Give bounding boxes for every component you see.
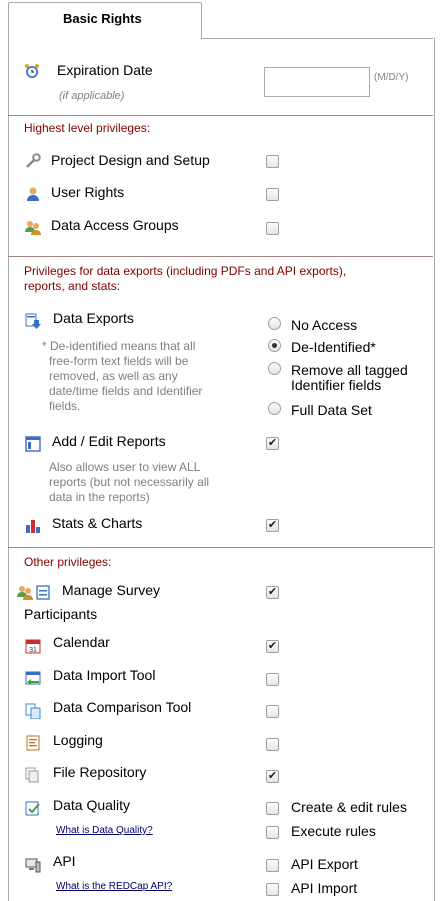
survey-participants-icon [17, 585, 50, 600]
create-edit-rules-checkbox[interactable] [266, 802, 279, 815]
deidentified-note-line: removed, as well as any [49, 369, 178, 383]
execute-rules-checkbox[interactable] [266, 826, 279, 839]
project-design-checkbox[interactable] [266, 155, 279, 168]
add-edit-reports-label: Add / Edit Reports [52, 433, 166, 449]
calendar-checkbox[interactable]: ✔ [266, 640, 279, 653]
user-rights-checkbox[interactable] [266, 188, 279, 201]
calendar-label: Calendar [53, 634, 110, 650]
radio-remove-identifiers[interactable] [268, 362, 281, 375]
data-access-groups-checkbox[interactable] [266, 222, 279, 235]
deidentified-note-line: fields. [49, 399, 81, 413]
import-icon [25, 671, 41, 685]
user-icon [27, 187, 39, 201]
deidentified-note-line: free-form text fields will be [49, 354, 189, 368]
expiration-note: (if applicable) [59, 90, 125, 102]
reports-note-line: reports (but not necessarily all [49, 475, 210, 489]
stats-charts-checkbox[interactable]: ✔ [266, 519, 279, 532]
calendar-icon: 31 [25, 639, 41, 654]
logging-icon [26, 735, 40, 751]
tab-basic-rights[interactable]: Basic Rights [8, 2, 202, 39]
divider [8, 547, 433, 548]
logging-label: Logging [53, 732, 103, 748]
radio-label-remove-identifiers-2: Identifier fields [291, 377, 382, 393]
divider [8, 256, 433, 257]
section-title-other: Other privileges: [24, 555, 112, 569]
data-quality-icon [25, 801, 40, 816]
report-icon [25, 436, 41, 452]
compare-icon [25, 703, 41, 719]
data-comparison-label: Data Comparison Tool [53, 699, 192, 715]
wrench-icon [26, 153, 41, 168]
expiration-date-input[interactable] [264, 67, 370, 97]
api-help-link[interactable]: What is the REDCap API? [56, 881, 172, 892]
manage-survey-label: Manage Survey [62, 582, 161, 598]
api-export-checkbox[interactable] [266, 859, 279, 872]
radio-deidentified[interactable] [268, 339, 281, 352]
section-title-exports-2: reports, and stats: [24, 279, 121, 293]
add-edit-reports-checkbox[interactable]: ✔ [266, 437, 279, 450]
radio-no-access[interactable] [268, 317, 281, 330]
execute-rules-label: Execute rules [291, 823, 376, 839]
data-comparison-checkbox[interactable] [266, 705, 279, 718]
user-rights-label: User Rights [51, 184, 125, 200]
radio-label-no-access: No Access [291, 317, 358, 333]
date-format-hint: (M/D/Y) [374, 72, 409, 83]
deidentified-note-line: * De-identified means that all [42, 339, 196, 353]
api-import-label: API Import [291, 880, 358, 896]
data-quality-help-link[interactable]: What is Data Quality? [56, 825, 153, 836]
data-quality-label: Data Quality [53, 797, 131, 813]
deidentified-note-line: date/time fields and Identifier [49, 384, 203, 398]
svg-text:31: 31 [29, 647, 37, 654]
tab-label: Basic Rights [63, 11, 142, 26]
export-icon [25, 313, 41, 329]
radio-label-full-data-set: Full Data Set [291, 402, 372, 418]
group-icon [25, 221, 41, 235]
api-icon [25, 858, 41, 873]
reports-note-line: Also allows user to view ALL [49, 460, 201, 474]
api-label: API [53, 853, 76, 869]
api-export-label: API Export [291, 856, 358, 872]
data-access-groups-label: Data Access Groups [51, 217, 179, 233]
manage-survey-label-2: Participants [24, 606, 98, 622]
radio-full-data-set[interactable] [268, 402, 281, 415]
section-title-highest: Highest level privileges: [24, 121, 151, 135]
manage-survey-checkbox[interactable]: ✔ [266, 586, 279, 599]
alarm-clock-icon [25, 64, 39, 78]
api-import-checkbox[interactable] [266, 883, 279, 896]
data-import-checkbox[interactable] [266, 673, 279, 686]
bar-chart-icon [26, 520, 40, 533]
data-import-label: Data Import Tool [53, 667, 156, 683]
project-design-label: Project Design and Setup [51, 152, 210, 168]
logging-checkbox[interactable] [266, 738, 279, 751]
file-repository-checkbox[interactable]: ✔ [266, 770, 279, 783]
radio-label-remove-identifiers: Remove all tagged [291, 362, 408, 378]
expiration-date-label: Expiration Date [57, 62, 153, 78]
data-exports-label: Data Exports [53, 310, 134, 326]
reports-note-line: data in the reports) [49, 490, 150, 504]
radio-label-deidentified: De-Identified* [291, 339, 376, 355]
divider [8, 115, 433, 116]
file-repository-label: File Repository [53, 764, 147, 780]
section-title-exports-1: Privileges for data exports (including P… [24, 264, 347, 278]
create-edit-rules-label: Create & edit rules [291, 799, 407, 815]
stats-charts-label: Stats & Charts [52, 515, 143, 531]
file-repository-icon [25, 767, 39, 783]
